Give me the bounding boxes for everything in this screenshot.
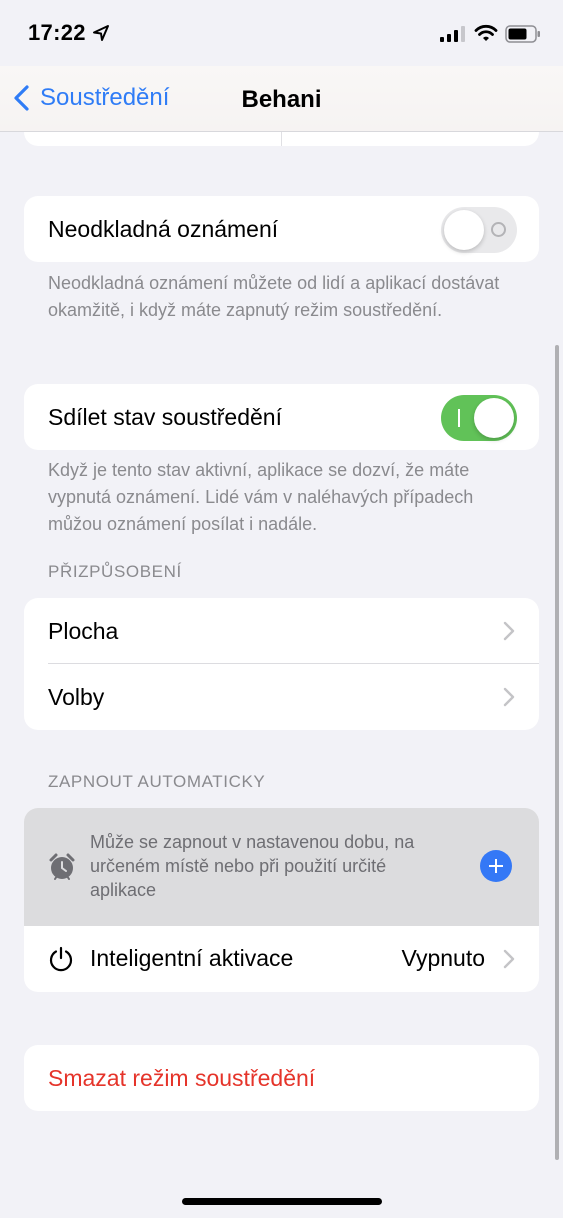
breakthrough-row: Neodkladná oznámení [24, 196, 539, 262]
toggle-knob [474, 398, 514, 438]
chevron-right-icon [503, 687, 515, 707]
share-status-footer: Když je tento stav aktivní, aplikace se … [48, 460, 474, 534]
auto-on-header: ZAPNOUT AUTOMATICKY [48, 772, 266, 791]
smart-activation-value: Vypnuto [401, 945, 485, 971]
clock-icon [49, 853, 75, 880]
wifi-icon [474, 24, 498, 41]
focus-settings-screen: 17:22 Behani Soustředění Neodkladná ozná… [0, 0, 563, 1218]
auto-on-card: Může se zapnout v nastavenou dobu, na ur… [24, 808, 539, 992]
toggle-on-mark-icon [458, 409, 460, 427]
toggle-knob [444, 210, 484, 250]
page-title: Behani [241, 86, 322, 113]
customize-header: PŘIZPŮSOBENÍ [48, 562, 182, 581]
smart-activation-row[interactable]: Inteligentní aktivace Vypnuto [24, 926, 539, 992]
customize-card: Plocha Volby [24, 598, 539, 730]
scroll-indicator[interactable] [555, 345, 559, 1160]
add-schedule-button[interactable] [480, 850, 512, 882]
chevron-right-icon [503, 621, 515, 641]
smart-activation-label: Inteligentní aktivace [90, 945, 294, 971]
auto-on-hint-text: Může se zapnout v nastavenou dobu, na ur… [90, 832, 415, 900]
status-bar: 17:22 [0, 0, 563, 66]
delete-focus-button[interactable]: Smazat režim soustředění [24, 1045, 539, 1111]
toggle-off-mark-icon [491, 222, 506, 237]
chevron-right-icon [503, 949, 515, 969]
breakthrough-label: Neodkladná oznámení [48, 215, 279, 242]
breakthrough-card: Neodkladná oznámení [24, 196, 539, 262]
share-status-row: Sdílet stav soustředění [24, 384, 539, 450]
battery-icon [505, 25, 540, 43]
breakthrough-footer: Neodkladná oznámení můžete od lidí a apl… [48, 273, 500, 320]
customize-item-label: Volby [48, 683, 105, 710]
back-button[interactable]: Soustředění [12, 84, 169, 112]
breakthrough-toggle[interactable] [441, 207, 517, 253]
home-indicator[interactable] [182, 1198, 382, 1205]
back-label: Soustředění [40, 84, 170, 111]
share-status-label: Sdílet stav soustředění [48, 403, 282, 430]
power-icon [49, 946, 73, 972]
chevron-left-icon [14, 85, 29, 111]
customize-item-options[interactable]: Volby [24, 664, 539, 730]
status-time: 17:22 [28, 20, 86, 45]
delete-card: Smazat režim soustředění [24, 1045, 539, 1111]
customize-item-label: Plocha [48, 617, 119, 644]
location-arrow-icon [93, 25, 109, 41]
cellular-signal-icon [440, 26, 465, 42]
auto-on-hint-row[interactable]: Může se zapnout v nastavenou dobu, na ur… [24, 808, 539, 926]
delete-focus-label: Smazat režim soustředění [48, 1064, 316, 1091]
navigation-bar: Behani Soustředění [0, 66, 563, 132]
share-status-toggle[interactable] [441, 395, 517, 441]
customize-item-home-screen[interactable]: Plocha [24, 598, 539, 664]
share-status-card: Sdílet stav soustředění [24, 384, 539, 450]
